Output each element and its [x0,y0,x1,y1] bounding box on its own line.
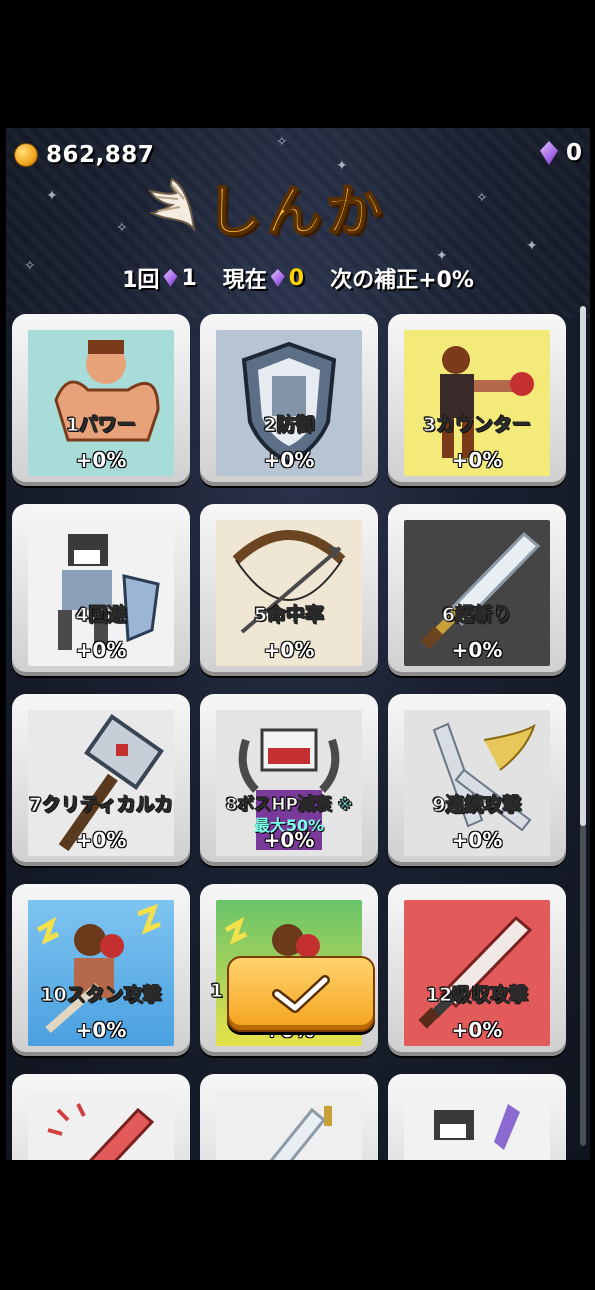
card-percent: +0% [75,448,127,472]
upgrade-card-absorb[interactable]: 12吸収攻撃 +0% [388,884,566,1056]
title-banner: しんか [146,172,436,246]
knight-icon [404,1090,550,1160]
card-name: 3カウンター [422,414,532,437]
upgrade-card-14[interactable] [200,1074,378,1160]
card-percent: +0% [263,448,315,472]
card-name: 6超斬り [441,604,513,627]
card-percent: +0% [451,638,503,662]
upgrade-card-15[interactable] [388,1074,566,1160]
upgrade-card-defense[interactable]: 2防御 +0% [200,314,378,486]
scrollbar[interactable] [580,306,586,1146]
now-label: 現在 [222,268,267,293]
gem-icon [270,269,285,287]
card-percent: +0% [451,448,503,472]
upgrade-card-power[interactable]: 1パワー +0% [12,314,190,486]
gem-amount: 0 [565,140,582,166]
upgrade-card-accuracy[interactable]: 5命中率 +0% [200,504,378,676]
page-title: しんか [205,179,386,246]
upgrade-card-stun[interactable]: 10スタン攻撃 +0% [12,884,190,1056]
card-percent: +0% [75,638,127,662]
card-name: 4回避 [75,604,127,627]
slash-icon [28,1090,174,1160]
times-label: 1回 [122,268,160,293]
now-value: 0 [288,265,305,291]
card-name: 10スタン攻撃 [40,984,162,1007]
card-name: 9連続攻撃 [432,794,522,817]
dagger-icon [216,1090,362,1160]
checkmark-icon [272,975,330,1013]
coin-amount: 862,887 [46,142,155,168]
upgrade-card-boss-hp[interactable]: 8ボスHP減衰 ※ 最大50% +0% [200,694,378,866]
coin-counter: 862,887 [14,142,154,168]
upgrade-card-super-slash[interactable]: 6超斬り +0% [388,504,566,676]
upgrade-card-13[interactable] [12,1074,190,1160]
gem-icon [539,141,558,165]
card-name: 1パワー [65,414,137,437]
confirm-button[interactable] [227,956,375,1032]
card-percent: +0% [263,828,315,852]
evolution-status: 1回 1 現在 0 次の補正+0% [6,262,590,294]
upgrade-card-evade[interactable]: 4回避 +0% [12,504,190,676]
coin-icon [14,143,38,167]
card-percent: +0% [451,828,503,852]
gem-icon [163,269,178,287]
game-screen: ✦ ✧ ✦ ✧ ✦ ✧ ✧ ✦ 862,887 0 しんか 1回 1 現在 0 [6,128,590,1160]
scrollbar-thumb[interactable] [580,306,586,826]
card-percent: +0% [451,1018,503,1042]
next-bonus-label: 次の補正+0% [330,268,474,293]
card-name: 5命中率 [253,604,325,627]
card-name: 12吸収攻撃 [425,984,529,1007]
card-percent: +0% [263,638,315,662]
upgrade-card-combo[interactable]: 9連続攻撃 +0% [388,694,566,866]
upgrade-card-counter[interactable]: 3カウンター +0% [388,314,566,486]
card-percent: +0% [75,828,127,852]
card-name: 7クリティカルカ [28,794,174,817]
card-percent: +0% [75,1018,127,1042]
wing-icon [146,177,200,237]
gem-counter: 0 [539,140,582,166]
upgrade-card-critical[interactable]: 7クリティカルカ +0% [12,694,190,866]
card-name: 2防御 [263,414,315,437]
times-cost: 1 [181,265,197,291]
